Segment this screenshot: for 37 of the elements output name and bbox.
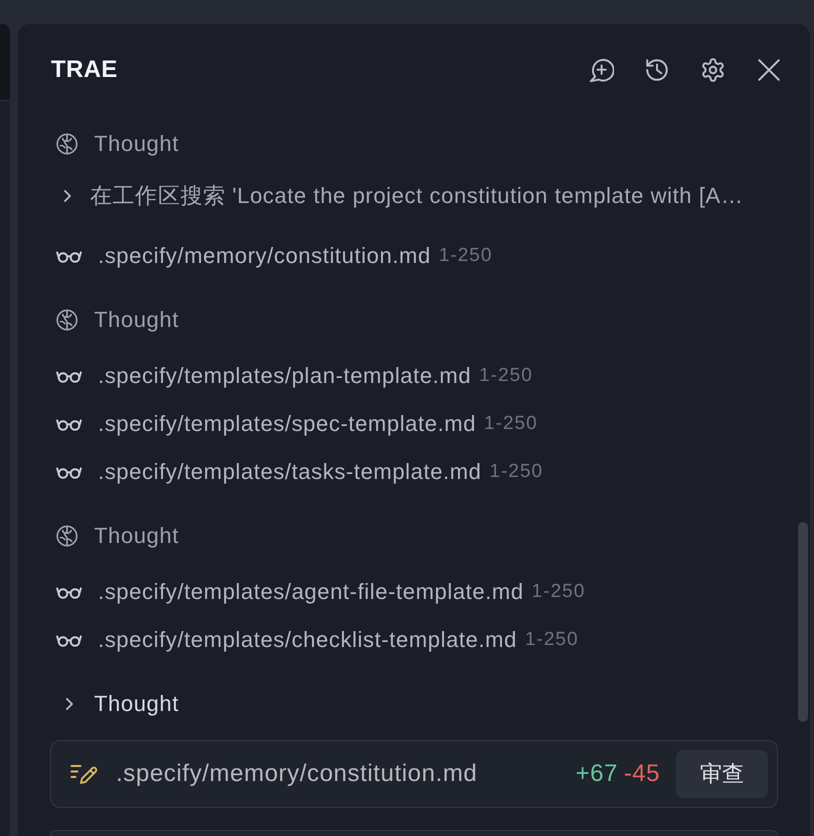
- glasses-icon: [56, 633, 82, 647]
- file-path[interactable]: .specify/templates/tasks-template.md: [98, 459, 482, 485]
- glasses-icon: [56, 369, 82, 383]
- brain-icon: [56, 133, 78, 155]
- line-range: 1-250: [524, 629, 579, 651]
- close-icon: [756, 57, 782, 83]
- chat-plus-icon: [588, 57, 614, 83]
- search-step-toggle[interactable]: 在工作区搜索 'Locate the project constitution template with [A…: [56, 176, 744, 216]
- history-icon: [644, 57, 670, 83]
- deletions-count: -45: [624, 760, 660, 788]
- line-range: 1-250: [479, 365, 533, 387]
- brain-icon: [56, 525, 78, 547]
- panel-title: TRAE: [51, 56, 119, 84]
- file-path[interactable]: .specify/templates/agent-file-template.md: [98, 579, 524, 605]
- settings-icon: [700, 57, 726, 83]
- brain-icon: [56, 309, 78, 331]
- thought-label: Thought: [94, 307, 179, 333]
- file-path[interactable]: .specify/templates/spec-template.md: [98, 411, 476, 437]
- line-range: 1-250: [484, 413, 538, 435]
- glasses-icon: [56, 417, 82, 431]
- review-button[interactable]: 审查: [676, 750, 768, 798]
- file-path[interactable]: .specify/memory/constitution.md: [116, 760, 576, 788]
- file-path[interactable]: .specify/templates/checklist-template.md: [98, 627, 517, 653]
- glasses-icon: [56, 585, 82, 599]
- thought-label: Thought: [94, 523, 179, 549]
- line-range: 1-250: [438, 245, 492, 267]
- thought-label: Thought: [94, 131, 179, 157]
- glasses-icon: [56, 249, 82, 263]
- additions-count: +67: [576, 760, 618, 788]
- thought-toggle[interactable]: Thought: [56, 680, 179, 728]
- line-range: 1-250: [532, 581, 586, 603]
- file-path[interactable]: .specify/templates/plan-template.md: [98, 363, 472, 389]
- scrollbar-thumb[interactable]: [798, 522, 808, 722]
- glasses-icon: [56, 465, 82, 479]
- line-range: 1-250: [490, 461, 544, 483]
- edit-list-icon: [70, 762, 98, 786]
- file-path[interactable]: .specify/memory/constitution.md: [98, 243, 431, 269]
